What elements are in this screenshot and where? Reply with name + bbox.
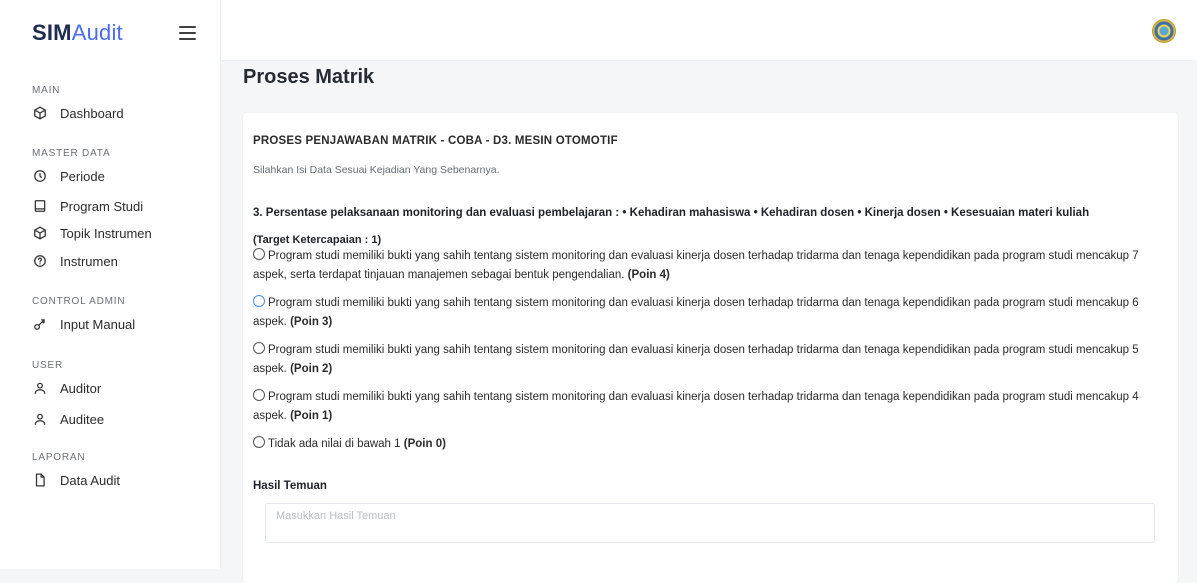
key-icon — [32, 316, 48, 332]
option-poin: (Poin 4) — [627, 269, 670, 281]
sidebar-item-label: Instrumen — [60, 253, 118, 269]
radio-button[interactable] — [253, 342, 265, 354]
option-poin: (Poin 3) — [290, 316, 333, 328]
sidebar-item-dashboard[interactable]: Dashboard — [26, 101, 206, 125]
option-poin: (Poin 2) — [290, 363, 333, 375]
app-logo[interactable]: SIMAudit — [32, 20, 123, 46]
option-text: Program studi memiliki bukti yang sahih … — [253, 344, 1139, 375]
logo-text-bold: SIM — [32, 20, 72, 45]
option-poin: (Poin 1) — [290, 410, 333, 422]
section-title-laporan: LAPORAN — [32, 452, 86, 463]
option-text: Tidak ada nilai di bawah 1 — [268, 438, 401, 450]
sidebar-item-label: Topik Instrumen — [60, 225, 152, 241]
sidebar-item-auditor[interactable]: Auditor — [26, 376, 206, 400]
sidebar-item-label: Input Manual — [60, 316, 136, 332]
hasil-temuan-input[interactable] — [265, 503, 1155, 543]
user-icon — [32, 380, 48, 396]
brand-row: SIMAudit — [0, 0, 220, 60]
card-title: PROSES PENJAWABAN MATRIK - COBA - D3. ME… — [253, 135, 618, 147]
sidebar-item-label: Dashboard — [60, 105, 124, 121]
sidebar-item-instrumen[interactable]: Instrumen — [26, 249, 206, 273]
page-title: Proses Matrik — [243, 66, 375, 88]
card-subtitle: Silahkan Isi Data Sesuai Kejadian Yang S… — [253, 164, 500, 176]
user-icon — [32, 411, 48, 427]
sidebar-item-data-audit[interactable]: Data Audit — [26, 468, 206, 492]
cube-icon — [32, 225, 48, 241]
help-circle-icon — [32, 253, 48, 269]
answer-option-poin-3[interactable]: Program studi memiliki bukti yang sahih … — [253, 294, 1158, 332]
option-text: Program studi memiliki bukti yang sahih … — [253, 391, 1139, 422]
target-text: (Target Ketercapaian : 1) — [253, 234, 382, 246]
sidebar-item-label: Auditee — [60, 411, 105, 427]
sidebar-item-auditee[interactable]: Auditee — [26, 407, 206, 431]
radio-button[interactable] — [253, 389, 265, 401]
clock-icon — [32, 168, 48, 184]
sidebar-item-program-studi[interactable]: Program Studi — [26, 194, 206, 218]
sidebar-item-label: Periode — [60, 168, 105, 184]
question-text: 3. Persentase pelaksanaan monitoring dan… — [253, 207, 1090, 219]
radio-button[interactable] — [253, 436, 265, 448]
radio-button[interactable] — [253, 248, 265, 260]
sidebar-item-label: Auditor — [60, 380, 102, 396]
cube-icon — [32, 105, 48, 121]
answer-option-poin-2[interactable]: Program studi memiliki bukti yang sahih … — [253, 341, 1158, 379]
book-icon — [32, 198, 48, 214]
section-title-user: USER — [32, 360, 63, 371]
answer-option-poin-4[interactable]: Program studi memiliki bukti yang sahih … — [253, 247, 1158, 285]
answer-option-poin-1[interactable]: Program studi memiliki bukti yang sahih … — [253, 388, 1158, 426]
radio-button[interactable] — [253, 295, 265, 307]
sidebar-item-periode[interactable]: Periode — [26, 164, 206, 188]
logo-text-light: Audit — [71, 20, 123, 45]
hasil-temuan-label: Hasil Temuan — [253, 480, 327, 492]
user-avatar[interactable] — [1153, 20, 1175, 42]
sidebar-item-label: Data Audit — [60, 472, 120, 488]
matrix-form-card: PROSES PENJAWABAN MATRIK - COBA - D3. ME… — [243, 113, 1178, 583]
sidebar: SIMAudit MAIN Dashboard MASTER DATA Peri… — [0, 0, 221, 569]
option-text: Program studi memiliki bukti yang sahih … — [253, 250, 1139, 281]
sidebar-item-topik-instrumen[interactable]: Topik Instrumen — [26, 221, 206, 245]
file-icon — [32, 472, 48, 488]
option-poin: (Poin 0) — [403, 438, 446, 450]
top-header — [221, 0, 1197, 60]
section-title-control-admin: CONTROL ADMIN — [32, 296, 126, 307]
section-title-master-data: MASTER DATA — [32, 148, 111, 159]
sidebar-item-input-manual[interactable]: Input Manual — [26, 312, 206, 336]
option-text: Program studi memiliki bukti yang sahih … — [253, 297, 1139, 328]
answer-option-poin-0[interactable]: Tidak ada nilai di bawah 1 (Poin 0) — [253, 435, 1158, 454]
sidebar-item-label: Program Studi — [60, 198, 144, 214]
menu-toggle-icon[interactable] — [179, 26, 196, 40]
section-title-main: MAIN — [32, 85, 61, 96]
